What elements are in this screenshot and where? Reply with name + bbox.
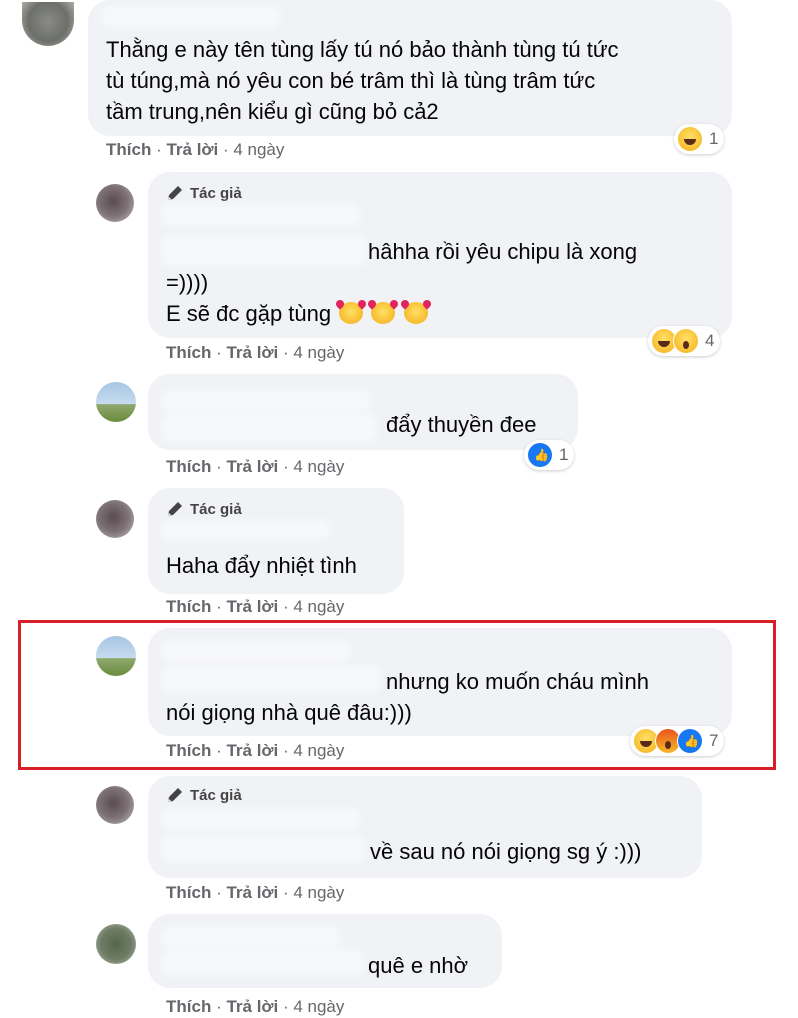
timestamp[interactable]: 4 ngày <box>293 997 344 1016</box>
redacted-mention <box>166 418 372 438</box>
like-link[interactable]: Thích <box>166 597 211 616</box>
smiling-face-with-hearts-icon <box>371 302 396 324</box>
author-badge-label: Tác giả <box>190 786 242 804</box>
comment-text: đẩy thuyền đee <box>386 412 537 437</box>
reaction-summary[interactable]: 👍 7 <box>630 726 725 756</box>
comment-actions: Thích · Trả lời · 4 ngày <box>166 741 345 760</box>
avatar[interactable] <box>96 636 136 676</box>
timestamp[interactable]: 4 ngày <box>233 140 284 159</box>
comment-text: hâhha rồi yêu chipu là xong <box>368 239 638 264</box>
like-link[interactable]: Thích <box>166 457 211 476</box>
wow-icon <box>673 328 699 354</box>
timestamp[interactable]: 4 ngày <box>293 741 344 760</box>
reaction-count: 1 <box>559 445 569 464</box>
comment-text: tù túng,mà nó yêu con bé trâm thì là tùn… <box>106 68 596 93</box>
reply-link[interactable]: Trả lời <box>226 883 278 902</box>
reaction-count: 4 <box>705 331 715 350</box>
pencil-icon <box>168 186 182 200</box>
avatar[interactable] <box>96 382 136 422</box>
reply-link[interactable]: Trả lời <box>226 997 278 1016</box>
reply-link[interactable]: Trả lời <box>226 343 278 362</box>
comment-actions: Thích · Trả lời · 4 ngày <box>106 140 285 159</box>
pencil-icon <box>168 502 182 516</box>
reaction-count: 7 <box>709 731 719 750</box>
avatar[interactable] <box>96 786 134 824</box>
author-badge: Tác giả <box>166 184 242 202</box>
smiling-face-with-hearts-icon <box>403 302 428 324</box>
redacted-mention <box>166 840 360 858</box>
haha-icon <box>677 126 703 152</box>
avatar[interactable] <box>96 500 134 538</box>
redacted-author-name <box>106 10 276 24</box>
redacted-author-name <box>166 644 346 658</box>
redacted-mention <box>166 954 360 972</box>
redacted-author-name <box>166 524 326 536</box>
avatar[interactable] <box>96 924 136 964</box>
like-icon: 👍 <box>677 728 703 754</box>
redacted-author-name <box>166 812 356 826</box>
author-badge: Tác giả <box>166 500 242 518</box>
author-badge: Tác giả <box>166 786 242 804</box>
timestamp[interactable]: 4 ngày <box>293 883 344 902</box>
comment-actions: Thích · Trả lời · 4 ngày <box>166 343 345 362</box>
smiling-face-with-hearts-icon <box>339 302 364 324</box>
reaction-summary[interactable]: 1 <box>674 124 725 154</box>
comment-actions: Thích · Trả lời · 4 ngày <box>166 597 345 616</box>
avatar[interactable] <box>96 184 134 222</box>
redacted-author-name <box>166 208 356 222</box>
redacted-author-name <box>166 930 336 944</box>
comment-text: Thằng e này tên tùng lấy tú nó bảo thành… <box>106 37 619 62</box>
like-link[interactable]: Thích <box>166 883 211 902</box>
comment-text: =)))) <box>166 270 209 295</box>
reply-link[interactable]: Trả lời <box>226 597 278 616</box>
timestamp[interactable]: 4 ngày <box>293 597 344 616</box>
author-badge-label: Tác giả <box>190 500 242 518</box>
redacted-author-name <box>166 394 366 408</box>
avatar[interactable] <box>22 2 74 46</box>
like-link[interactable]: Thích <box>166 343 211 362</box>
like-link[interactable]: Thích <box>166 741 211 760</box>
reply-link[interactable]: Trả lời <box>166 140 218 159</box>
like-link[interactable]: Thích <box>106 140 151 159</box>
comment-text: tầm trung,nên kiểu gì cũng bỏ cả2 <box>106 99 439 124</box>
reply-link[interactable]: Trả lời <box>226 457 278 476</box>
author-badge-label: Tác giả <box>190 184 242 202</box>
reaction-summary[interactable]: 4 <box>648 326 721 356</box>
comment-actions: Thích · Trả lời · 4 ngày <box>166 997 345 1016</box>
comment-text-content: E sẽ đc gặp tùng <box>166 301 332 326</box>
reaction-summary[interactable]: 👍 1 <box>524 440 575 470</box>
comment-text: Haha đẩy nhiệt tình <box>166 553 357 578</box>
like-icon: 👍 <box>527 442 553 468</box>
comment-actions: Thích · Trả lời · 4 ngày <box>166 883 345 902</box>
comment-text: nói giọng nhà quê đâu:))) <box>166 700 412 725</box>
pencil-icon <box>168 788 182 802</box>
comment-actions: Thích · Trả lời · 4 ngày <box>166 457 345 476</box>
like-link[interactable]: Thích <box>166 997 211 1016</box>
comment-text: nhưng ko muốn cháu mình <box>386 669 650 694</box>
comment-text: quê e nhờ <box>368 953 469 978</box>
redacted-mention <box>166 240 362 262</box>
reaction-count: 1 <box>709 129 719 148</box>
comment-text: E sẽ đc gặp tùng <box>166 298 428 329</box>
timestamp[interactable]: 4 ngày <box>293 343 344 362</box>
comment-text: về sau nó nói giọng sg ý :))) <box>370 839 642 864</box>
reply-link[interactable]: Trả lời <box>226 741 278 760</box>
timestamp[interactable]: 4 ngày <box>293 457 344 476</box>
redacted-mention <box>166 670 376 688</box>
